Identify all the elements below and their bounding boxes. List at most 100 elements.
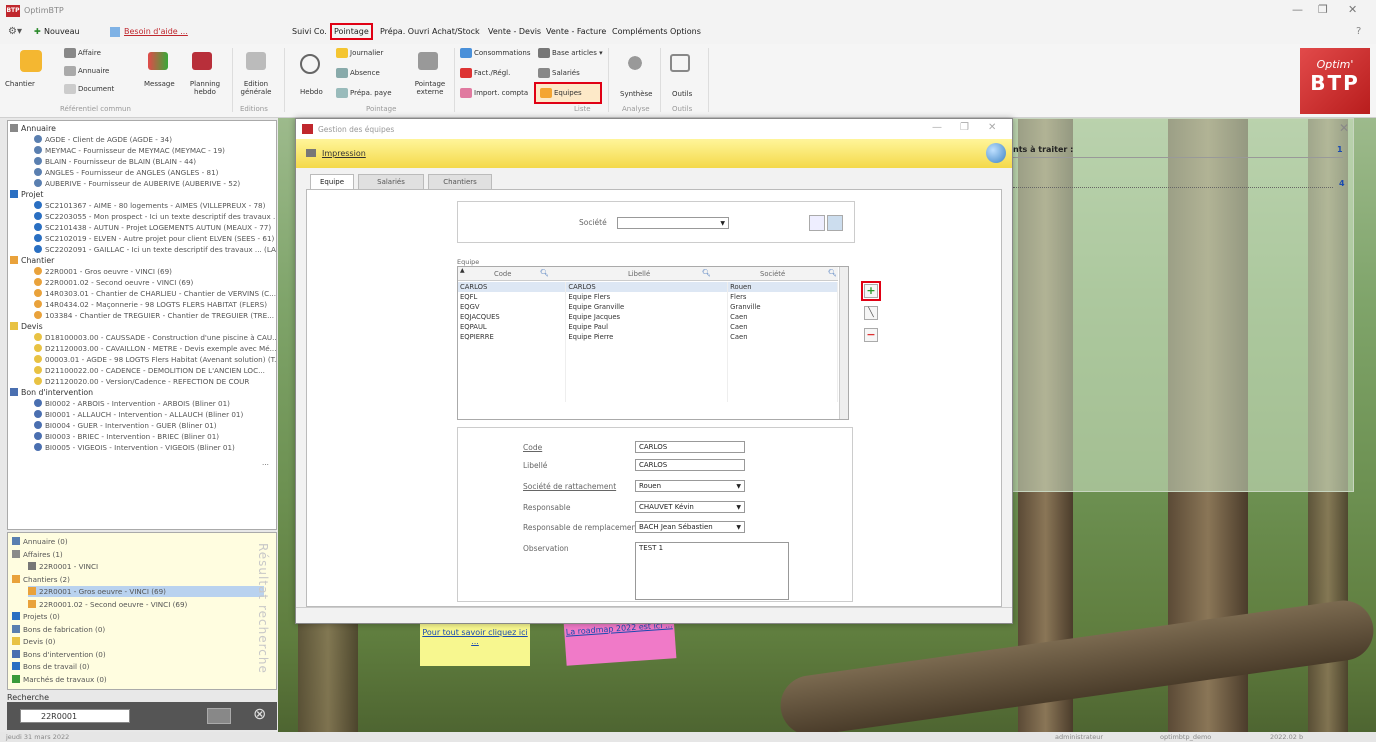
new-button[interactable]: Nouveau bbox=[44, 27, 80, 36]
affaire-button[interactable]: Affaire bbox=[64, 48, 101, 58]
societe-filter-select[interactable]: ▼ bbox=[617, 217, 729, 229]
tree-item[interactable]: SC2101367 - AIME - 80 logements - AIMES … bbox=[34, 200, 265, 211]
result-item[interactable]: Marchés de travaux (0) bbox=[12, 674, 107, 685]
tree-item[interactable]: D18100003.00 - CAUSSADE - Construction d… bbox=[34, 332, 276, 343]
tree-item[interactable]: SC2203055 - Mon prospect - Ici un texte … bbox=[34, 211, 276, 222]
tab-equipe[interactable]: Equipe bbox=[310, 174, 354, 190]
search-icon[interactable] bbox=[207, 708, 231, 724]
table-row[interactable]: EQPIERRE Equipe Pierre Caen bbox=[458, 332, 838, 342]
add-button[interactable]: + bbox=[864, 284, 878, 298]
tree-item[interactable]: D21120020.00 - Version/Cadence - REFECTI… bbox=[34, 376, 249, 387]
fact-regl-button[interactable]: Fact./Régl. bbox=[460, 68, 510, 78]
remplacement-select[interactable]: BACH Jean Sébastien ▼ bbox=[635, 521, 745, 533]
tree-item[interactable]: D21120003.00 - CAVAILLON - METRE - Devis… bbox=[34, 343, 276, 354]
table-row[interactable] bbox=[458, 362, 838, 372]
absence-button[interactable]: Absence bbox=[336, 68, 380, 78]
menu-prepa[interactable]: Prépa. Ouvri bbox=[380, 27, 429, 36]
refresh-icon[interactable] bbox=[827, 215, 843, 231]
chantier-button[interactable]: Chantier bbox=[5, 80, 35, 88]
sort-icon[interactable]: ▲ bbox=[460, 267, 465, 274]
minimize-button[interactable]: — bbox=[1292, 3, 1303, 16]
libelle-field[interactable]: CARLOS bbox=[635, 459, 745, 471]
table-row[interactable] bbox=[458, 372, 838, 382]
help-link[interactable]: Besoin d'aide ... bbox=[124, 27, 188, 36]
result-item[interactable]: Bons de travail (0) bbox=[12, 661, 89, 672]
tree-item[interactable]: BLAIN - Fournisseur de BLAIN (BLAIN - 44… bbox=[34, 156, 196, 167]
tree-item[interactable]: SC2102019 - ELVEN - Autre projet pour cl… bbox=[34, 233, 274, 244]
tree-category-chantier[interactable]: Chantier bbox=[10, 255, 54, 266]
pointage-externe-button[interactable]: Pointage externe bbox=[412, 80, 448, 96]
result-item[interactable]: Bons de fabrication (0) bbox=[12, 624, 105, 635]
result-item[interactable]: Affaires (1) bbox=[12, 549, 63, 560]
search-input[interactable]: 22R0001 bbox=[20, 709, 130, 723]
delete-button[interactable]: − bbox=[864, 328, 878, 342]
observation-field[interactable]: TEST 1 bbox=[635, 542, 789, 600]
tree-item[interactable]: D21100022.00 - CADENCE - DEMOLITION DE L… bbox=[34, 365, 265, 376]
tree-item[interactable]: 14R0434.02 - Maçonnerie - 98 LOGTS FLERS… bbox=[34, 299, 267, 310]
responsable-select[interactable]: CHAUVET Kévin ▼ bbox=[635, 501, 745, 513]
table-row[interactable]: EQFL Equipe Flers Flers bbox=[458, 292, 838, 302]
tree-more[interactable]: ... bbox=[262, 457, 269, 468]
impression-button[interactable]: Impression bbox=[322, 149, 366, 158]
equipes-button[interactable]: Equipes bbox=[534, 82, 602, 104]
annuaire-button[interactable]: Annuaire bbox=[64, 66, 109, 76]
table-row[interactable]: EQJACQUES Equipe Jacques Caen bbox=[458, 312, 838, 322]
tree-category-projet[interactable]: Projet bbox=[10, 189, 43, 200]
planning-button[interactable]: Planning hebdo bbox=[188, 80, 222, 96]
menu-pointage[interactable]: Pointage bbox=[330, 23, 373, 40]
close-button[interactable]: ✕ bbox=[1348, 3, 1357, 16]
tree-category-bon[interactable]: Bon d'intervention bbox=[10, 387, 93, 398]
dialog-minimize-button[interactable]: — bbox=[932, 122, 942, 133]
col-header-libelle[interactable]: Libellé bbox=[628, 270, 650, 278]
hebdo-button[interactable]: Hebdo bbox=[300, 88, 323, 96]
tree-item[interactable]: BI0003 - BRIEC - Intervention - BRIEC (B… bbox=[34, 431, 219, 442]
table-row[interactable]: CARLOS CARLOS Rouen bbox=[458, 282, 838, 292]
tree-item[interactable]: BI0004 - GUER - Intervention - GUER (Bli… bbox=[34, 420, 217, 431]
table-row[interactable]: EQPAUL Equipe Paul Caen bbox=[458, 322, 838, 332]
help-globe-icon[interactable] bbox=[986, 143, 1006, 163]
menu-vente-facture[interactable]: Vente - Facture bbox=[546, 27, 606, 36]
synthese-button[interactable]: Synthèse bbox=[620, 90, 652, 98]
gear-icon[interactable]: ⚙▾ bbox=[8, 26, 22, 37]
table-row[interactable] bbox=[458, 392, 838, 402]
import-compta-button[interactable]: Import. compta bbox=[460, 88, 528, 98]
menu-suivi[interactable]: Suivi Co. bbox=[292, 27, 327, 36]
dialog-close-button[interactable]: ✕ bbox=[988, 122, 996, 133]
result-item[interactable]: Devis (0) bbox=[12, 636, 55, 647]
result-item[interactable]: Chantiers (2) bbox=[12, 574, 70, 585]
tree-item[interactable]: BI0002 - ARBOIS - Intervention - ARBOIS … bbox=[34, 398, 230, 409]
message-button[interactable]: Message bbox=[144, 80, 175, 88]
menu-complements[interactable]: Compléments bbox=[612, 27, 668, 36]
tree-category-annuaire[interactable]: Annuaire bbox=[10, 123, 56, 134]
menu-achat[interactable]: Achat/Stock bbox=[432, 27, 480, 36]
todo-count[interactable]: 4 bbox=[1339, 179, 1345, 188]
tree-item[interactable]: ANGLES - Fournisseur de ANGLES (ANGLES -… bbox=[34, 167, 218, 178]
consommations-button[interactable]: Consommations bbox=[460, 48, 531, 58]
grid-scrollbar[interactable] bbox=[839, 267, 848, 419]
table-row[interactable] bbox=[458, 382, 838, 392]
close-icon[interactable]: ✕ bbox=[1339, 121, 1349, 135]
tree-item[interactable]: AGDE - Client de AGDE (AGDE - 34) bbox=[34, 134, 172, 145]
result-item[interactable]: Annuaire (0) bbox=[12, 536, 68, 547]
tree-item[interactable]: 103384 - Chantier de TREGUIER - Chantier… bbox=[34, 310, 274, 321]
tree-item[interactable]: MEYMAC - Fournisseur de MEYMAC (MEYMAC -… bbox=[34, 145, 225, 156]
code-field[interactable]: CARLOS bbox=[635, 441, 745, 453]
todo-count[interactable]: 1 bbox=[1337, 145, 1343, 154]
tab-salaries[interactable]: Salariés bbox=[358, 174, 424, 190]
result-item[interactable]: Bons d'intervention (0) bbox=[12, 649, 106, 660]
filter-icon[interactable]: 🔍︎ bbox=[828, 269, 837, 277]
navigation-tree[interactable]: Annuaire AGDE - Client de AGDE (AGDE - 34… bbox=[7, 120, 277, 530]
result-item[interactable]: 22R0001 - Gros oeuvre - VINCI (69) bbox=[28, 586, 264, 597]
edition-button[interactable]: Edition générale bbox=[240, 80, 272, 96]
filter-icon[interactable]: 🔍︎ bbox=[702, 269, 711, 277]
table-row[interactable] bbox=[458, 342, 838, 352]
result-item[interactable]: 22R0001 - VINCI bbox=[28, 561, 98, 572]
base-articles-button[interactable]: Base articles ▾ bbox=[538, 48, 603, 58]
result-item[interactable]: Projets (0) bbox=[12, 611, 60, 622]
dialog-maximize-button[interactable]: ❐ bbox=[960, 122, 969, 133]
search-icon[interactable] bbox=[809, 215, 825, 231]
tree-category-devis[interactable]: Devis bbox=[10, 321, 43, 332]
tab-chantiers[interactable]: Chantiers bbox=[428, 174, 492, 190]
menu-vente-devis[interactable]: Vente - Devis bbox=[488, 27, 541, 36]
maximize-button[interactable]: ❐ bbox=[1318, 3, 1328, 16]
